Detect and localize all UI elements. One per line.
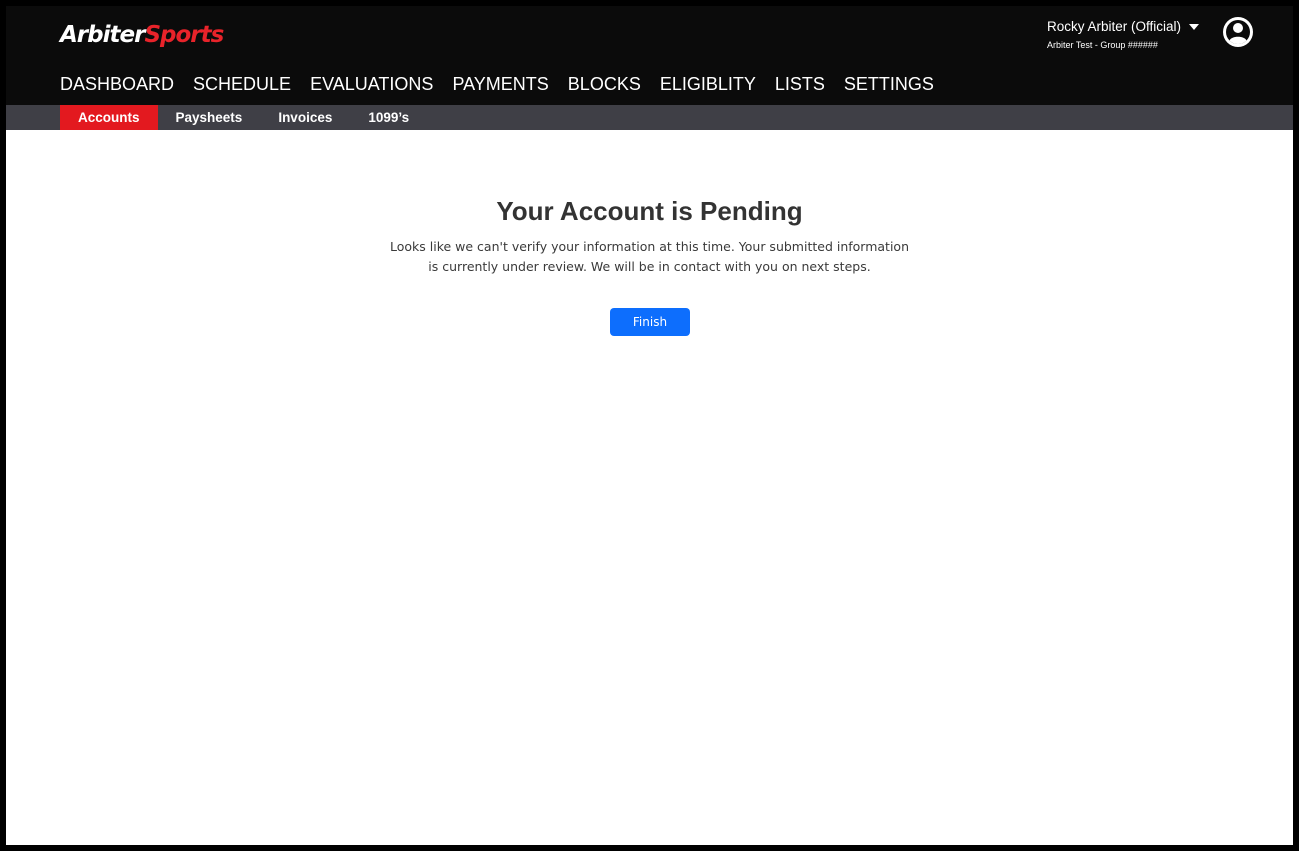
page-title: Your Account is Pending (496, 196, 803, 226)
arbitersports-logo[interactable]: ArbiterSports (60, 20, 224, 50)
nav-settings[interactable]: SETTINGS (844, 72, 934, 96)
pending-message-line-1: Looks like we can't verify your informat… (390, 239, 909, 254)
subnav-paysheets[interactable]: Paysheets (158, 105, 261, 130)
user-group: Arbiter Test - Group ###### (1047, 40, 1158, 50)
avatar-silhouette-icon (1226, 20, 1250, 45)
pending-message-line-2: is currently under review. We will be in… (428, 259, 871, 274)
main-content: Your Account is Pending Looks like we ca… (6, 130, 1293, 845)
logo-text-arbiter: Arbiter (60, 22, 145, 48)
nav-evaluations[interactable]: EVALUATIONS (310, 72, 433, 96)
nav-eligibility[interactable]: ELIGIBLITY (660, 72, 756, 96)
main-nav: DASHBOARD SCHEDULE EVALUATIONS PAYMENTS … (60, 72, 953, 96)
logo-text-sports: Sports (144, 22, 224, 48)
nav-blocks[interactable]: BLOCKS (568, 72, 641, 96)
finish-button[interactable]: Finish (610, 308, 690, 336)
user-name: Rocky Arbiter (Official) (1047, 19, 1182, 34)
nav-lists[interactable]: LISTS (775, 72, 825, 96)
user-menu[interactable]: Rocky Arbiter (Official) Arbiter Test - … (1047, 18, 1207, 54)
top-header: ArbiterSports DASHBOARD SCHEDULE EVALUAT… (6, 6, 1293, 105)
chevron-down-icon[interactable] (1189, 24, 1199, 30)
subnav-1099s[interactable]: 1099’s (350, 105, 427, 130)
nav-payments[interactable]: PAYMENTS (452, 72, 548, 96)
subnav-invoices[interactable]: Invoices (260, 105, 350, 130)
sub-nav-bar: Accounts Paysheets Invoices 1099’s (6, 105, 1293, 130)
app-window: ArbiterSports DASHBOARD SCHEDULE EVALUAT… (6, 6, 1293, 845)
user-avatar-icon[interactable] (1223, 17, 1253, 47)
subnav-accounts[interactable]: Accounts (60, 105, 158, 130)
nav-dashboard[interactable]: DASHBOARD (60, 72, 174, 96)
nav-schedule[interactable]: SCHEDULE (193, 72, 291, 96)
sub-nav: Accounts Paysheets Invoices 1099’s (60, 105, 427, 130)
pending-message: Looks like we can't verify your informat… (374, 237, 925, 277)
